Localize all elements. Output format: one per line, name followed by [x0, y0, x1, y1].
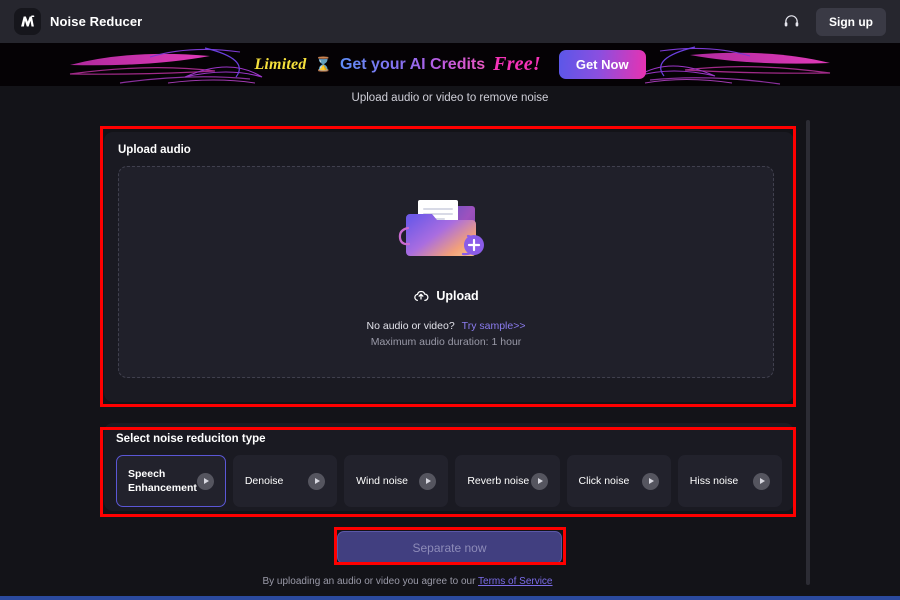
- noise-type-card-denoise[interactable]: Denoise: [232, 455, 338, 507]
- play-icon[interactable]: [196, 472, 214, 490]
- sample-hint-row: No audio or video? Try sample>>: [367, 320, 526, 332]
- noise-type-label: Denoise: [244, 474, 284, 487]
- promo-middle-text: Get your AI Credits: [339, 55, 486, 73]
- upload-panel-title: Upload audio: [118, 144, 191, 156]
- noise-type-card-reverb-noise[interactable]: Reverb noise: [455, 455, 560, 507]
- upload-button-label: Upload: [436, 289, 479, 303]
- separate-now-button[interactable]: Separate now: [337, 531, 562, 564]
- promo-free-label: Free!: [493, 53, 541, 75]
- play-icon[interactable]: [530, 472, 548, 490]
- upload-folder-illustration: [398, 200, 484, 256]
- max-duration-note: Maximum audio duration: 1 hour: [370, 336, 522, 348]
- play-icon[interactable]: [753, 472, 771, 490]
- get-now-button[interactable]: Get Now: [558, 50, 646, 79]
- page-subtitle: Upload audio or video to remove noise: [351, 92, 549, 104]
- promo-content: Limited ⌛ Get your AI Credits Free! Get …: [254, 50, 646, 79]
- app-header: Noise Reducer Sign up: [0, 0, 900, 43]
- promo-limited-label: Limited: [254, 55, 307, 73]
- noise-type-label: Hiss noise: [689, 474, 739, 487]
- vertical-scrollbar[interactable]: [806, 120, 810, 585]
- headset-icon-glyph: [784, 15, 798, 27]
- play-icon[interactable]: [308, 472, 326, 490]
- promo-banner: Limited ⌛ Get your AI Credits Free! Get …: [0, 43, 900, 86]
- signup-button[interactable]: Sign up: [816, 7, 886, 36]
- terms-of-service-link[interactable]: Terms of Service: [478, 576, 552, 587]
- noise-type-grid: Speech Enhancement Denoise Wind noise Re…: [116, 455, 783, 507]
- play-icon[interactable]: [419, 472, 437, 490]
- main-content: Upload audio Upload No audio or video? T…: [0, 118, 815, 600]
- terms-agreement: By uploading an audio or video you agree…: [0, 576, 815, 587]
- try-sample-link[interactable]: Try sample>>: [462, 320, 526, 332]
- noise-type-label: Wind noise: [356, 474, 409, 487]
- terms-agreement-text: By uploading an audio or video you agree…: [262, 576, 476, 587]
- noise-type-panel: Select noise reduciton type Speech Enhan…: [104, 423, 794, 511]
- app-title: Noise Reducer: [50, 14, 143, 29]
- noise-type-card-click-noise[interactable]: Click noise: [566, 455, 671, 507]
- upload-panel: Upload audio Upload No audio or video? T…: [104, 132, 794, 402]
- noise-type-label: Speech Enhancement: [128, 467, 197, 494]
- headset-icon[interactable]: [780, 11, 802, 33]
- cloud-upload-icon: [414, 290, 429, 301]
- hourglass-icon: ⌛: [314, 56, 332, 72]
- noise-type-card-wind-noise[interactable]: Wind noise: [344, 455, 449, 507]
- no-media-question: No audio or video?: [366, 320, 455, 332]
- file-dropzone[interactable]: Upload No audio or video? Try sample>> M…: [118, 166, 774, 378]
- play-icon[interactable]: [641, 472, 659, 490]
- app-root: Noise Reducer Sign up Limited ⌛ Get your…: [0, 0, 900, 600]
- brand[interactable]: Noise Reducer: [14, 8, 142, 35]
- right-gutter: [812, 86, 900, 600]
- noise-type-label: Click noise: [578, 474, 630, 487]
- noise-type-card-speech-enhancement[interactable]: Speech Enhancement: [116, 455, 226, 507]
- noise-type-title: Select noise reduciton type: [116, 433, 266, 445]
- noise-type-label: Reverb noise: [467, 474, 530, 487]
- header-actions: Sign up: [780, 7, 886, 36]
- app-logo-m-icon: [14, 8, 41, 35]
- app-logo-m-glyph: [21, 15, 35, 27]
- bottom-edge-strip: [0, 596, 900, 600]
- noise-type-card-hiss-noise[interactable]: Hiss noise: [677, 455, 783, 507]
- upload-button[interactable]: Upload: [413, 288, 479, 304]
